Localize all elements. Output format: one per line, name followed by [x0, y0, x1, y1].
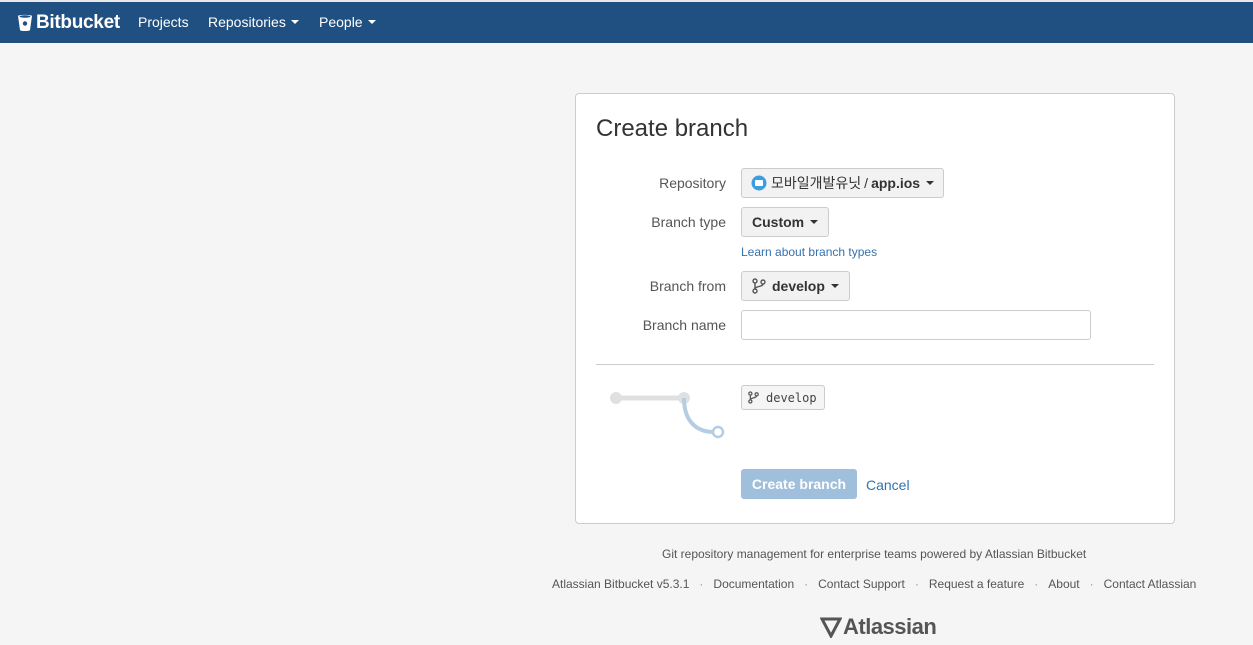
footer-link-contact-support[interactable]: Contact Support: [818, 577, 905, 591]
bitbucket-icon: [18, 14, 32, 32]
repository-icon: [751, 175, 767, 191]
nav-projects[interactable]: Projects: [138, 14, 189, 30]
divider: [596, 364, 1154, 365]
nav-people-label: People: [319, 14, 363, 30]
brand-name: Bitbucket: [36, 12, 120, 33]
repository-separator: /: [864, 175, 869, 191]
footer-link-contact-atlassian[interactable]: Contact Atlassian: [1104, 577, 1197, 591]
chevron-down-icon: [290, 20, 299, 24]
branch-icon: [748, 391, 759, 404]
create-branch-panel: Create branch Repository 모바일개발유닛 / app.i…: [575, 93, 1175, 524]
cancel-link[interactable]: Cancel: [866, 477, 910, 493]
footer-link-documentation[interactable]: Documentation: [713, 577, 794, 591]
branch-from-value: develop: [772, 278, 825, 294]
page-title: Create branch: [596, 115, 749, 142]
atlassian-logo-text: Atlassian: [843, 614, 937, 639]
atlassian-logo[interactable]: Atlassian: [820, 614, 937, 640]
top-navigation-bar: Bitbucket Projects Repositories People: [0, 0, 1253, 43]
learn-branch-types-link[interactable]: Learn about branch types: [741, 245, 877, 259]
footer-tagline: Git repository management for enterprise…: [662, 547, 1087, 561]
footer-separator: ·: [699, 577, 704, 591]
repository-selector[interactable]: 모바일개발유닛 / app.ios: [741, 168, 945, 198]
footer-link-about[interactable]: About: [1048, 577, 1079, 591]
create-branch-button[interactable]: Create branch: [741, 469, 857, 499]
branch-type-value: Custom: [752, 214, 805, 230]
repository-label: Repository: [659, 175, 726, 191]
footer-separator: ·: [1034, 577, 1039, 591]
branch-type-label: Branch type: [651, 214, 726, 230]
branch-name-label: Branch name: [642, 317, 726, 333]
chevron-down-icon: [926, 181, 935, 185]
nav-projects-label: Projects: [138, 14, 189, 30]
footer-separator: ·: [914, 577, 919, 591]
branch-icon: [752, 278, 766, 294]
branch-name-input[interactable]: [741, 310, 1091, 340]
footer-separator: ·: [1089, 577, 1094, 591]
footer-separator: ·: [804, 577, 809, 591]
branch-from-selector[interactable]: develop: [741, 271, 850, 301]
footer-link-request-feature[interactable]: Request a feature: [929, 577, 1024, 591]
bitbucket-logo[interactable]: Bitbucket: [17, 10, 120, 36]
branch-from-label: Branch from: [649, 278, 726, 294]
footer-link-version[interactable]: Atlassian Bitbucket v5.3.1: [552, 577, 689, 591]
branch-graph-illustration: [610, 392, 725, 439]
nav-repositories-dropdown[interactable]: Repositories: [208, 14, 299, 30]
repository-project-name: 모바일개발유닛: [771, 175, 862, 191]
nav-repositories-label: Repositories: [208, 14, 286, 30]
nav-people-dropdown[interactable]: People: [319, 14, 376, 30]
footer-links: Atlassian Bitbucket v5.3.1 · Documentati…: [552, 577, 1196, 591]
chevron-down-icon: [830, 284, 839, 288]
source-branch-name: develop: [766, 390, 817, 405]
branch-type-dropdown[interactable]: Custom: [741, 207, 830, 237]
atlassian-icon: [820, 617, 842, 638]
chevron-down-icon: [367, 20, 376, 24]
source-branch-lozenge: develop: [741, 385, 825, 410]
chevron-down-icon: [810, 220, 819, 224]
repository-name: app.ios: [871, 175, 921, 191]
